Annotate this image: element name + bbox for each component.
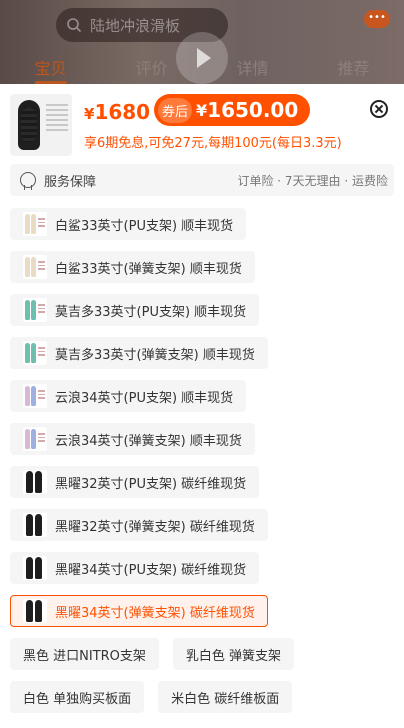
color-option[interactable]: 黑色 进口NITRO支架	[10, 638, 159, 670]
sku-option-label: 白鲨33英寸(PU支架) 顺丰现货	[55, 218, 234, 234]
color-option[interactable]: 白色 单独购买板面	[10, 681, 145, 713]
product-header: 陆地冲浪滑板 ••• 宝贝 评价 详情 推荐	[0, 0, 404, 84]
sku-thumbnail	[23, 470, 47, 494]
sku-thumbnail	[23, 556, 47, 580]
sku-option[interactable]: 白鲨33英寸(PU支架) 顺丰现货	[10, 208, 247, 240]
more-menu-button[interactable]: •••	[364, 10, 390, 28]
search-icon	[67, 18, 82, 33]
sku-thumbnail	[23, 384, 47, 408]
service-title: 服务保障	[44, 174, 97, 190]
sku-option[interactable]: 黑曜34英寸(PU支架) 碳纤维现货	[10, 552, 260, 584]
sku-option[interactable]: 云浪34英寸(PU支架) 顺丰现货	[10, 380, 247, 412]
sku-selection-sheet: ¥1680 券后 ¥ 1650.00 享6期免息,可免27元,每期100元(每日…	[0, 84, 404, 728]
color-option-label: 乳白色 弹簧支架	[185, 648, 282, 664]
sku-thumbnail	[23, 599, 47, 623]
sku-thumbnail	[23, 255, 47, 279]
sku-option[interactable]: 莫吉多33英寸(PU支架) 顺丰现货	[10, 294, 260, 326]
sku-option-label: 黑曜32英寸(弹簧支架) 碳纤维现货	[55, 519, 255, 535]
sku-option[interactable]: 黑曜32英寸(弹簧支架) 碳纤维现货	[10, 509, 268, 541]
sku-thumbnail	[23, 298, 47, 322]
tab-item[interactable]: 宝贝	[0, 56, 101, 84]
tab-details[interactable]: 详情	[202, 56, 303, 84]
sku-option-label: 莫吉多33英寸(弹簧支架) 顺丰现货	[55, 347, 255, 363]
sku-thumbnail	[23, 513, 47, 537]
coupon-price: 1650.00	[207, 98, 299, 122]
skateboard-image	[18, 100, 40, 150]
color-option-label: 黑色 进口NITRO支架	[23, 648, 146, 664]
tab-reviews[interactable]: 评价	[101, 56, 202, 84]
sku-option-label: 云浪34英寸(弹簧支架) 顺丰现货	[55, 433, 242, 449]
color-option[interactable]: 乳白色 弹簧支架	[172, 638, 295, 670]
sku-option-label: 黑曜34英寸(弹簧支架) 碳纤维现货	[55, 605, 255, 621]
sku-option-label: 莫吉多33英寸(PU支架) 顺丰现货	[55, 304, 247, 320]
section-tabs: 宝贝 评价 详情 推荐	[0, 56, 404, 84]
color-option[interactable]: 米白色 碳纤维板面	[158, 681, 293, 713]
coupon-price-badge: 券后 ¥ 1650.00	[154, 94, 311, 126]
installment-info: 享6期免息,可免27元,每期100元(每日3.3元)	[84, 136, 342, 151]
spec-card-image	[46, 104, 68, 134]
sku-option-label: 黑曜32英寸(PU支架) 碳纤维现货	[55, 476, 247, 492]
product-thumbnail[interactable]	[10, 94, 72, 156]
sku-option-label: 云浪34英寸(PU支架) 顺丰现货	[55, 390, 234, 406]
sku-option[interactable]: 白鲨33英寸(弹簧支架) 顺丰现货	[10, 251, 255, 283]
sku-thumbnail	[23, 341, 47, 365]
original-price: ¥1680	[84, 100, 151, 124]
color-option-label: 白色 单独购买板面	[23, 691, 132, 707]
search-placeholder: 陆地冲浪滑板	[90, 16, 181, 35]
sku-option[interactable]: 莫吉多33英寸(弹簧支架) 顺丰现货	[10, 337, 268, 369]
sku-thumbnail	[23, 427, 47, 451]
sku-options-list: 白鲨33英寸(PU支架) 顺丰现货 白鲨33英寸(弹簧支架) 顺丰现货 莫吉多3…	[10, 208, 394, 724]
coupon-label: 券后	[158, 97, 193, 123]
close-icon[interactable]	[370, 100, 388, 118]
sku-thumbnail	[23, 212, 47, 236]
service-detail: 订单险 · 7天无理由 · 运费险	[237, 173, 388, 188]
color-option-label: 米白色 碳纤维板面	[171, 691, 280, 707]
sku-option[interactable]: 云浪34英寸(弹簧支架) 顺丰现货	[10, 423, 255, 455]
badge-icon	[20, 172, 36, 190]
service-guarantee-row[interactable]: 服务保障 订单险 · 7天无理由 · 运费险	[10, 164, 394, 196]
sku-option-label: 黑曜34英寸(PU支架) 碳纤维现货	[55, 562, 247, 578]
sku-option-label: 白鲨33英寸(弹簧支架) 顺丰现货	[55, 261, 242, 277]
sku-option[interactable]: 黑曜32英寸(PU支架) 碳纤维现货	[10, 466, 260, 498]
sku-option-selected[interactable]: 黑曜34英寸(弹簧支架) 碳纤维现货	[10, 595, 268, 627]
tab-recommend[interactable]: 推荐	[303, 56, 404, 84]
